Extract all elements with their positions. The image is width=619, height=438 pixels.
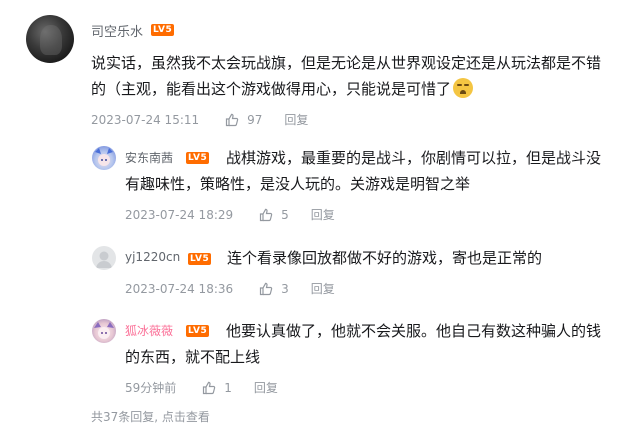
thumbs-up-icon: [260, 208, 273, 221]
like-count: 5: [281, 207, 289, 222]
comment-text-content: 说实话，虽然我不太会玩战旗，但是无论是从世界观设定还是从玩法都是不错的（主观，能…: [91, 54, 602, 98]
reply-avatar[interactable]: [92, 319, 116, 343]
reply-meta: 2023-07-24 18:36 3 回复: [125, 280, 335, 297]
level-badge: LV5: [151, 24, 175, 36]
reply-button[interactable]: 回复: [284, 111, 308, 128]
reply-text: 他要认真做了，他就不会关服。他自己有数这种骗人的钱的东西，就不配上线: [125, 322, 602, 366]
sad-face-emoji-icon: [453, 78, 474, 98]
avatar[interactable]: [26, 15, 74, 63]
reply-avatar[interactable]: [92, 146, 116, 170]
reply-meta: 2023-07-24 18:29 5 回复: [125, 206, 335, 223]
thumbs-up-icon: [203, 381, 216, 394]
thumbs-up-icon: [226, 113, 239, 126]
username[interactable]: 司空乐水: [91, 21, 143, 40]
timestamp: 59分钟前: [125, 381, 177, 395]
view-more-replies-link[interactable]: 共37条回复, 点击查看: [91, 408, 210, 425]
like-count: 1: [224, 380, 232, 395]
comment-meta: 2023-07-24 15:11 97 回复: [91, 111, 308, 128]
timestamp: 2023-07-24 18:36: [125, 281, 234, 296]
reply-meta: 59分钟前 1 回复: [125, 379, 278, 396]
reply-username[interactable]: yj1220cn: [125, 250, 180, 264]
like-count: 3: [281, 281, 289, 296]
reply-button[interactable]: 回复: [311, 206, 335, 223]
like-count: 97: [247, 112, 263, 127]
like-button[interactable]: 3: [259, 282, 289, 296]
timestamp: 2023-07-24 18:29: [125, 207, 234, 222]
like-button[interactable]: 97: [225, 113, 262, 127]
reply-text: 战棋游戏，最重要的是战斗，你剧情可以拉，但是战斗没有趣味性，策略性，是没人玩的。…: [125, 149, 602, 193]
reply-button[interactable]: 回复: [254, 379, 278, 396]
timestamp: 2023-07-24 15:11: [91, 112, 200, 127]
like-button[interactable]: 5: [259, 208, 289, 222]
level-badge: LV5: [188, 253, 212, 265]
like-button[interactable]: 1: [202, 381, 232, 395]
thumbs-up-icon: [260, 282, 273, 295]
comment-text: 说实话，虽然我不太会玩战旗，但是无论是从世界观设定还是从玩法都是不错的（主观，能…: [91, 50, 606, 102]
reply-button[interactable]: 回复: [311, 280, 335, 297]
reply-avatar[interactable]: [92, 246, 116, 270]
reply-text: 连个看录像回放都做不好的游戏，寄也是正常的: [227, 249, 543, 267]
